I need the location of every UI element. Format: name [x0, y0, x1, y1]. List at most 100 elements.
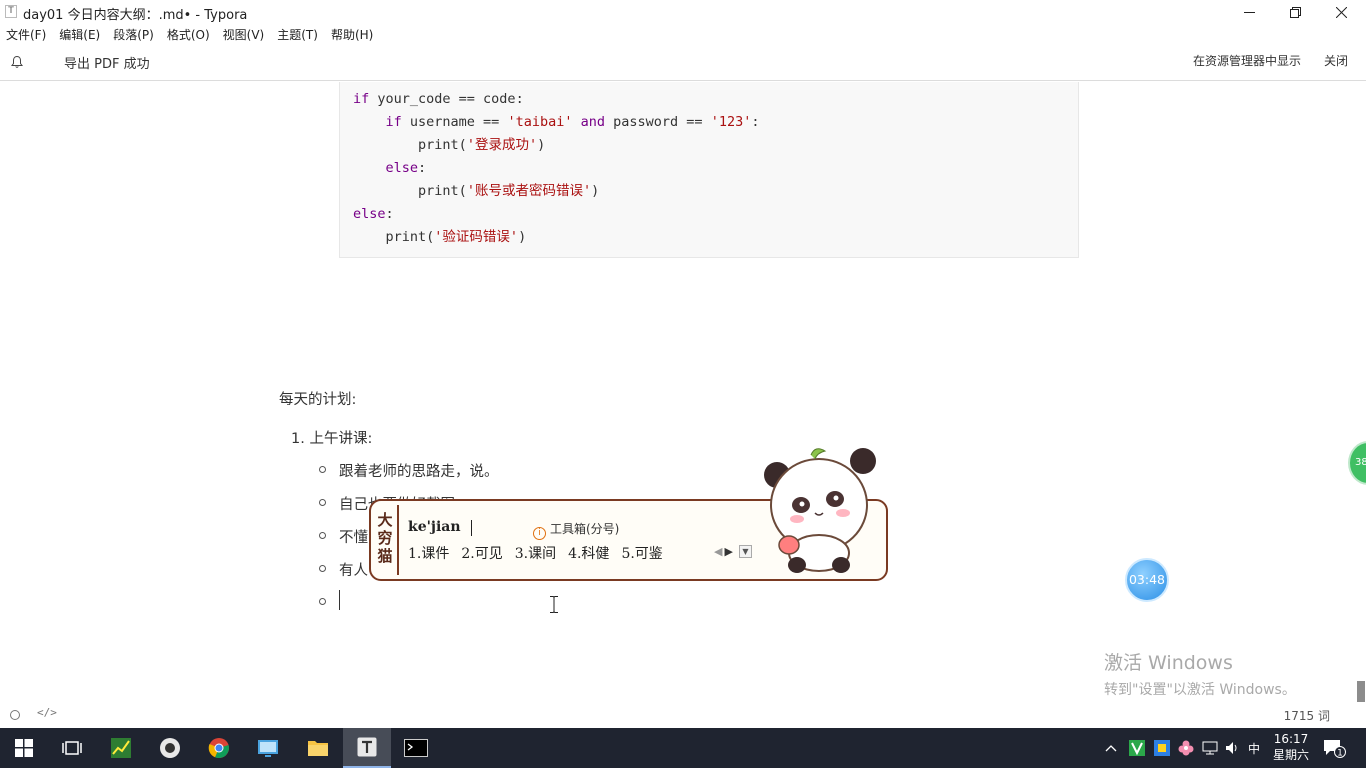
menu-file[interactable]: 文件(F): [6, 26, 46, 43]
floating-timer[interactable]: 03:48: [1125, 558, 1169, 602]
code-line: else:: [385, 160, 427, 176]
plan-heading: 每天的计划:: [279, 392, 357, 408]
windows-logo-icon: [15, 739, 33, 757]
bullet-marker: [319, 466, 326, 473]
menu-help[interactable]: 帮助(H): [331, 26, 373, 43]
list-item: 有人: [339, 563, 368, 579]
taskbar-app-typora[interactable]: [343, 728, 391, 768]
task-view-button[interactable]: [48, 728, 96, 768]
watermark-line2: 转到"设置"以激活 Windows。: [1104, 682, 1296, 698]
tray-volume[interactable]: [1224, 728, 1240, 768]
taskbar-clock[interactable]: 16:17 星期六: [1266, 731, 1316, 763]
word-count[interactable]: 1715 词: [1284, 707, 1330, 724]
chevron-down-icon: ▼: [742, 547, 749, 556]
panda-mascot-icon: [764, 448, 876, 573]
minimize-icon: [1243, 11, 1255, 13]
tray-ime-mode[interactable]: 中: [1248, 728, 1260, 768]
taskbar-app-chart[interactable]: [97, 728, 145, 768]
taskbar-app-chrome[interactable]: [195, 728, 243, 768]
outline-toggle-icon[interactable]: [10, 710, 20, 720]
menu-theme[interactable]: 主题(T): [277, 26, 318, 43]
code-line: print('验证码错误'): [385, 229, 527, 245]
clock-time: 16:17: [1273, 732, 1309, 746]
v-shield-icon: [1129, 740, 1145, 756]
taskbar-app-explorer[interactable]: [294, 728, 342, 768]
activation-watermark: 激活 Windows 转到"设置"以激活 Windows。: [1104, 648, 1296, 699]
taskbar: 中 16:17 星期六 1: [0, 728, 1366, 768]
ime-candidate[interactable]: 5.可鉴: [621, 546, 662, 562]
action-center-button[interactable]: 1: [1322, 738, 1346, 759]
menu-edit[interactable]: 编辑(E): [59, 26, 100, 43]
ime-toolbox[interactable]: i 工具箱(分号): [533, 520, 619, 540]
code-block[interactable]: if your_code == code: if username == 'ta…: [339, 82, 1079, 258]
ime-caret: [471, 520, 472, 536]
ime-brand: 大穷猫: [373, 505, 399, 575]
ime-candidate[interactable]: 1.课件: [408, 546, 449, 562]
notification-message: 导出 PDF 成功: [64, 57, 150, 72]
ime-candidate-window[interactable]: 大穷猫 ke'jian i 工具箱(分号) 1.课件 2.可见 3.课间 4.科健 5.可…: [369, 448, 888, 581]
chevron-up-icon: [1105, 745, 1117, 752]
ime-pinyin-input: ke'jian: [408, 519, 461, 535]
menu-format[interactable]: 格式(O): [167, 26, 210, 43]
taskbar-app-camera[interactable]: [146, 728, 194, 768]
taskbar-app-terminal[interactable]: [392, 728, 440, 768]
bullet-marker: [319, 565, 326, 572]
ibeam-cursor-icon: [550, 596, 558, 613]
tray-network-app[interactable]: [1153, 728, 1171, 768]
ime-candidate-list: 1.课件 2.可见 3.课间 4.科健 5.可鉴: [408, 543, 675, 563]
code-line: else:: [353, 206, 394, 222]
tray-vpn[interactable]: [1128, 728, 1146, 768]
chart-app-icon: [111, 738, 131, 758]
notification-icon: 1: [1324, 740, 1346, 759]
show-hidden-icons-button[interactable]: [1105, 728, 1117, 768]
info-icon: i: [533, 527, 546, 540]
next-page-icon[interactable]: ▶: [724, 545, 732, 558]
notification-close-link[interactable]: 关闭: [1324, 52, 1348, 69]
chrome-icon: [208, 738, 229, 759]
camera-app-icon: [160, 738, 180, 758]
notification-count: 1: [1337, 749, 1343, 759]
ordered-list-item: 1. 上午讲课:: [291, 431, 373, 447]
list-item: 跟着老师的思路走，说。: [339, 464, 499, 480]
status-bar: </> 1715 词: [0, 702, 1366, 728]
editor-area[interactable]: if your_code == code: if username == 'ta…: [0, 82, 1366, 702]
tray-flower-app[interactable]: [1178, 728, 1194, 768]
ime-expand-button[interactable]: ▼: [739, 545, 752, 558]
prev-page-icon[interactable]: ◀: [714, 545, 722, 558]
source-code-icon[interactable]: </>: [37, 706, 57, 719]
menu-view[interactable]: 视图(V): [223, 26, 265, 43]
flower-icon: [1178, 740, 1194, 756]
remote-desktop-icon: [258, 740, 278, 757]
typora-app-icon: T: [5, 5, 17, 18]
menu-paragraph[interactable]: 段落(P): [113, 26, 154, 43]
bullet-marker: [319, 598, 326, 605]
minimize-button[interactable]: [1226, 0, 1272, 24]
start-button[interactable]: [0, 728, 48, 768]
ime-toolbox-label: 工具箱(分号): [550, 522, 620, 536]
title-bar: T day01 今日内容大纲：.md• - Typora: [0, 0, 1366, 24]
bell-icon[interactable]: [10, 55, 24, 69]
terminal-icon: [404, 739, 428, 757]
close-window-button[interactable]: [1318, 0, 1364, 24]
text-caret: [339, 590, 340, 610]
bullet-marker: [319, 532, 326, 539]
tray-network[interactable]: [1202, 728, 1218, 768]
code-line: if username == 'taibai' and password == …: [385, 114, 760, 130]
ime-candidate[interactable]: 4.科健: [568, 546, 609, 562]
ime-candidate[interactable]: 2.可见: [461, 546, 502, 562]
taskbar-app-remote[interactable]: [244, 728, 292, 768]
show-in-explorer-link[interactable]: 在资源管理器中显示: [1193, 52, 1301, 69]
code-line: print('账号或者密码错误'): [418, 183, 600, 199]
ime-candidate[interactable]: 3.课间: [515, 546, 556, 562]
ime-page-arrows[interactable]: ◀ ▶: [714, 545, 733, 558]
window-title: day01 今日内容大纲：.md• - Typora: [23, 8, 248, 23]
code-line: if your_code == code:: [353, 91, 524, 107]
speaker-icon: [1226, 742, 1237, 754]
task-view-icon: [62, 741, 82, 755]
close-icon: [1335, 6, 1347, 18]
watermark-line1: 激活 Windows: [1104, 652, 1233, 674]
notification-bar: 导出 PDF 成功 在资源管理器中显示 关闭: [0, 44, 1366, 81]
restore-button[interactable]: [1272, 0, 1318, 24]
network-app-icon: [1154, 740, 1170, 756]
code-line: print('登录成功'): [418, 137, 546, 153]
